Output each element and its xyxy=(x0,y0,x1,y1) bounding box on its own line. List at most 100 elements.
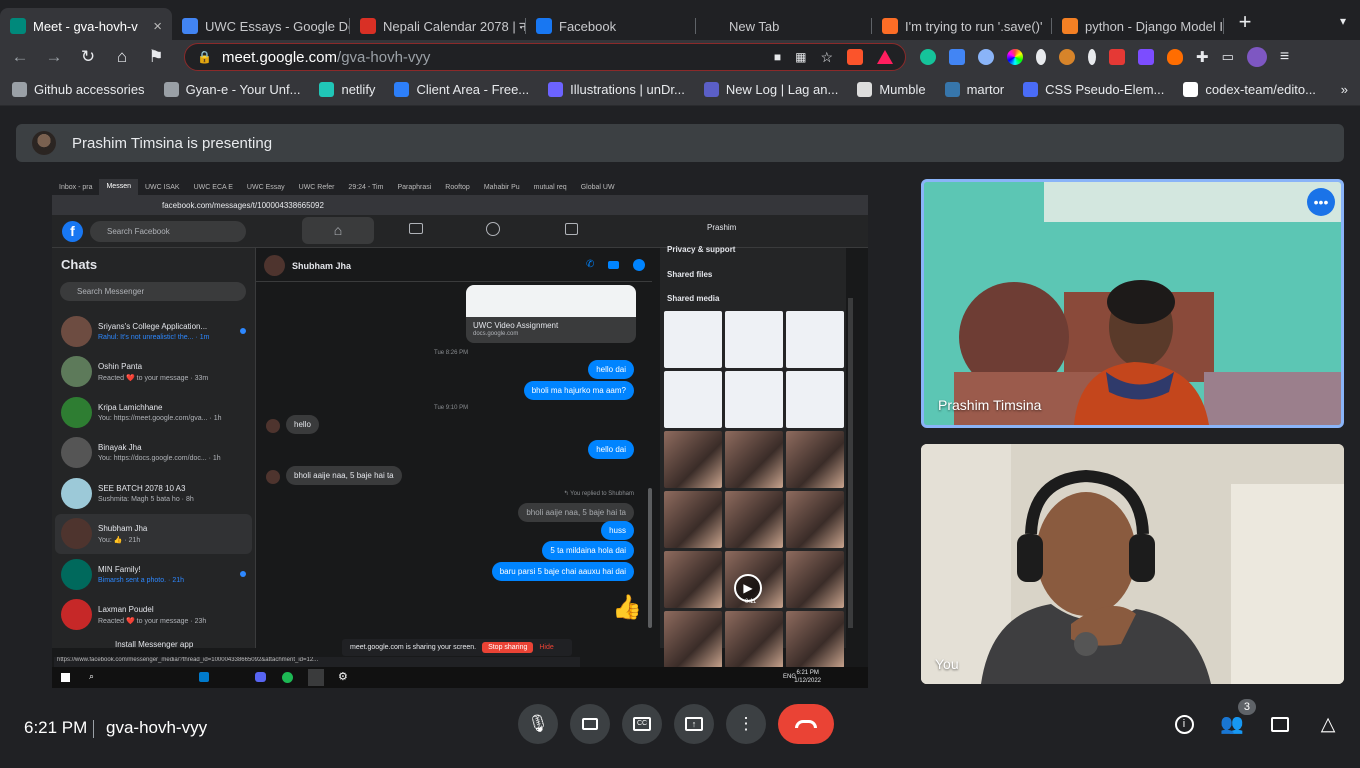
conversation-name: Shubham Jha xyxy=(292,261,352,271)
stack-icon[interactable] xyxy=(1138,49,1154,65)
bookmark-label: codex-team/edito... xyxy=(1205,82,1316,97)
more-options-button[interactable]: ⋮ xyxy=(726,704,766,744)
link-card-title: UWC Video Assignment xyxy=(473,321,559,330)
browser-tab[interactable]: python - Django Model Ir xyxy=(1052,8,1224,44)
browser-tab[interactable]: UWC Essays - Google Dc xyxy=(172,8,350,44)
chat-item: Oshin Panta Reacted ❤️ to your message · … xyxy=(55,352,252,392)
bookmark-item[interactable]: CSS Pseudo-Elem... xyxy=(1023,82,1164,97)
calendar-icon xyxy=(360,18,376,34)
shared-photo-thumbnail xyxy=(664,491,722,548)
present-button[interactable]: ↑ xyxy=(674,704,714,744)
end-call-button[interactable] xyxy=(778,704,834,744)
groups-nav-icon xyxy=(486,222,500,236)
meet-control-bar: 6:21 PM gva-hovh-vyy 🎙 CC ↑ ⋮ i 👥 3 △ xyxy=(0,699,1360,768)
sender-avatar xyxy=(266,419,280,433)
conversation-scrollbar xyxy=(648,488,652,628)
message-bubble: 5 ta mildaina hola dai xyxy=(542,541,634,560)
meeting-details-button[interactable]: i xyxy=(1172,704,1196,744)
browser-tab[interactable]: Meet - gva-hovh-v × xyxy=(0,8,172,44)
bookmark-item[interactable]: Mumble xyxy=(857,82,926,97)
conversation-avatar xyxy=(264,255,285,276)
shared-photo-thumbnail xyxy=(786,611,844,668)
brave-shield-icon[interactable] xyxy=(847,49,863,65)
conversation-panel: Shubham Jha ✆ UWC Video Assignment docs.… xyxy=(256,248,652,648)
bookmark-label: Illustrations | unDr... xyxy=(570,82,685,97)
fire-icon[interactable] xyxy=(1167,49,1183,65)
shared-browser-tab: Messen xyxy=(99,179,138,195)
message-bubble: huss xyxy=(601,521,634,540)
discord-taskbar-icon xyxy=(255,672,266,682)
bookmark-item[interactable]: Gyan-e - Your Unf... xyxy=(163,82,300,97)
bookmark-icon[interactable]: ⚑ xyxy=(146,47,166,67)
spotify-taskbar-icon xyxy=(282,672,293,683)
reload-button[interactable]: ↻ xyxy=(78,47,98,67)
tab-title: Facebook xyxy=(559,18,617,34)
forward-button[interactable]: → xyxy=(44,47,64,67)
brush-icon[interactable] xyxy=(1088,49,1096,65)
search-extension-icon[interactable] xyxy=(978,49,994,65)
brave-taskbar-icon xyxy=(308,669,324,686)
chat-text: Sriyans's College Application... Rahul: I… xyxy=(98,322,209,341)
chat-name: Kripa Lamichhane xyxy=(98,402,163,412)
shared-photo-thumbnail xyxy=(786,491,844,548)
chat-item: Laxman Poudel Reacted ❤️ to your message … xyxy=(55,595,252,635)
chat-button[interactable] xyxy=(1268,704,1292,744)
browser-menu-icon[interactable]: ≡ xyxy=(1280,48,1289,66)
bookmark-item[interactable]: New Log | Lag an... xyxy=(703,82,838,97)
bookmark-item[interactable]: netlify xyxy=(319,82,375,97)
bookmark-item[interactable]: Github accessories xyxy=(12,82,145,97)
brave-rewards-icon[interactable] xyxy=(877,50,893,64)
python-icon xyxy=(944,82,960,97)
bookmark-item[interactable]: Client Area - Free... xyxy=(394,82,529,97)
bookmark-item[interactable]: codex-team/edito... xyxy=(1183,82,1316,97)
adblock-icon[interactable] xyxy=(1109,49,1125,65)
back-button[interactable]: ← xyxy=(10,47,30,67)
microphone-button[interactable]: 🎙 xyxy=(518,704,558,744)
wallet-icon[interactable]: ▭ xyxy=(1222,49,1234,65)
cookie-icon[interactable] xyxy=(1059,49,1075,65)
browser-tab[interactable]: Nepali Calendar 2078 | न xyxy=(350,8,526,44)
profile-avatar-icon[interactable] xyxy=(1246,47,1267,67)
home-button[interactable]: ⌂ xyxy=(112,47,132,67)
tab-title: Meet - gva-hovh-v xyxy=(33,18,138,34)
browser-tab[interactable]: I'm trying to run '.save()' xyxy=(872,8,1052,44)
site-info-icon[interactable]: 🔒 xyxy=(197,50,212,64)
browser-tab[interactable]: Facebook xyxy=(526,8,696,44)
shared-browser-tab: Rooftop xyxy=(445,183,470,191)
gaming-nav-icon xyxy=(565,223,578,235)
new-tab-button[interactable]: + xyxy=(1230,9,1260,35)
bookmark-star-icon[interactable]: ☆ xyxy=(820,49,833,66)
more-options-button[interactable]: ••• xyxy=(1307,188,1335,216)
people-icon: 👥 xyxy=(1220,714,1244,735)
info-section: Privacy & support xyxy=(667,245,736,254)
grammarly-icon[interactable] xyxy=(920,49,936,65)
browser-tab[interactable]: New Tab xyxy=(696,8,872,44)
chat-name: Oshin Panta xyxy=(98,361,143,371)
more-bookmarks-icon[interactable]: » xyxy=(1341,82,1348,97)
camera-button[interactable] xyxy=(570,704,610,744)
chat-icon xyxy=(1271,716,1289,732)
tab-search-button[interactable]: ▾ xyxy=(1340,14,1346,28)
chat-text: Laxman Poudel Reacted ❤️ to your message … xyxy=(98,605,206,625)
bookmark-item[interactable]: Illustrations | unDr... xyxy=(548,82,685,97)
color-picker-icon[interactable] xyxy=(1007,49,1023,65)
address-bar[interactable]: 🔒 meet.google.com/gva-hovh-vyy ■ ▦ ☆ xyxy=(184,43,906,71)
participant-tile-self[interactable]: You xyxy=(921,444,1344,684)
captions-button[interactable]: CC xyxy=(622,704,662,744)
thumbs-up-icon: 👍 xyxy=(612,594,642,621)
home-nav-icon: ⌂ xyxy=(302,217,374,244)
bookmark-item[interactable]: martor xyxy=(944,82,1004,97)
runner-icon[interactable] xyxy=(1036,49,1046,65)
people-button[interactable]: 👥 3 xyxy=(1220,699,1256,744)
globe-icon xyxy=(163,82,179,97)
translate-icon[interactable] xyxy=(949,49,965,65)
chat-item: Kripa Lamichhane You: https://meet.google… xyxy=(55,392,252,432)
camera-icon[interactable]: ■ xyxy=(774,50,781,64)
sender-avatar xyxy=(266,470,280,484)
participant-tile-presenter[interactable]: ••• Prashim Timsina xyxy=(921,179,1344,428)
qr-icon[interactable]: ▦ xyxy=(795,50,806,64)
chat-avatar xyxy=(61,599,92,630)
close-tab-icon[interactable]: × xyxy=(153,18,162,35)
activities-button[interactable]: △ xyxy=(1316,704,1340,744)
puzzle-extensions-icon[interactable]: ✚ xyxy=(1196,48,1209,66)
